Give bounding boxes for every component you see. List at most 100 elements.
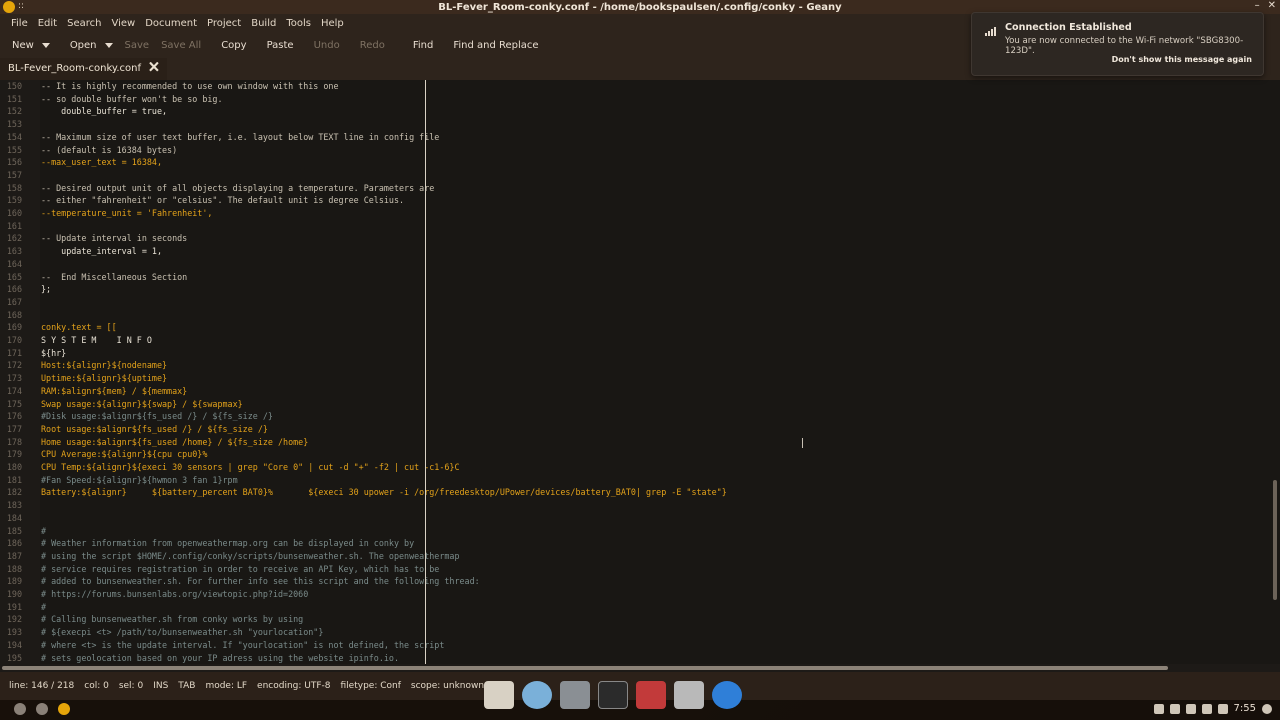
code-line[interactable]: 160 --temperature_unit = 'Fahrenheit', (0, 207, 1270, 220)
close-window-icon[interactable]: ✕ (1268, 0, 1276, 11)
code-line[interactable]: 156 --max_user_text = 16384, (0, 156, 1270, 169)
close-tab-icon[interactable]: 🗙 (149, 57, 159, 79)
open-button[interactable]: Open (64, 34, 103, 56)
clock[interactable]: 7:55 (1234, 703, 1256, 714)
menu-build[interactable]: Build (246, 18, 281, 29)
code-line[interactable]: 161 (0, 220, 1270, 233)
menu-tools[interactable]: Tools (281, 18, 316, 29)
horizontal-scroll-thumb[interactable] (2, 666, 1168, 670)
code-line[interactable]: 167 (0, 296, 1270, 309)
menu-file[interactable]: File (6, 18, 33, 29)
workspace-icon[interactable] (36, 703, 48, 715)
menu-search[interactable]: Search (62, 18, 106, 29)
find-replace-button[interactable]: Find and Replace (447, 34, 544, 56)
code-line[interactable]: 190 # https://forums.bunsenlabs.org/viewt… (0, 588, 1270, 601)
battery-icon[interactable] (1201, 703, 1212, 714)
updates-icon[interactable] (1217, 703, 1228, 714)
code-line[interactable]: 185 # (0, 525, 1270, 538)
code-line[interactable]: 168 (0, 309, 1270, 322)
code-line[interactable]: 162 -- Update interval in seconds (0, 232, 1270, 245)
code-line[interactable]: 177 Root usage:$alignr${fs_used /} / ${fs… (0, 423, 1270, 436)
code-line[interactable]: 192 # Calling bunsenweather.sh from conky… (0, 613, 1270, 626)
volume-icon[interactable] (1169, 703, 1180, 714)
code-line[interactable]: 169 conky.text = [[ (0, 321, 1270, 334)
code-line[interactable]: 180 CPU Temp:${alignr}${execi 30 sensors … (0, 461, 1270, 474)
code-line[interactable]: 166}; (0, 283, 1270, 296)
code-line[interactable]: 163 update_interval = 1, (0, 245, 1270, 258)
chromium-icon[interactable] (712, 681, 742, 709)
code-line[interactable]: 152 double_buffer = true, (0, 105, 1270, 118)
new-button[interactable]: New (6, 34, 40, 56)
code-line[interactable]: 150 -- It is highly recommended to use ow… (0, 80, 1270, 93)
minimize-icon[interactable]: – (1255, 0, 1260, 11)
code-line[interactable]: 184 (0, 512, 1270, 525)
copy-button[interactable]: Copy (215, 34, 252, 56)
launcher-icon[interactable] (14, 703, 26, 715)
code-line[interactable]: 155 -- (default is 16384 bytes) (0, 144, 1270, 157)
code-line[interactable]: 164 (0, 258, 1270, 271)
code-line[interactable]: 173 Uptime:${alignr}${uptime} (0, 372, 1270, 385)
code-line[interactable]: 178 Home usage:$alignr${fs_used /home} / … (0, 436, 1270, 449)
menu-document[interactable]: Document (140, 18, 202, 29)
app-menu-icon[interactable] (3, 1, 15, 13)
code-text: update_interval = 1, (41, 246, 163, 257)
menu-project[interactable]: Project (202, 18, 246, 29)
code-line[interactable]: 187 # using the script $HOME/.config/conk… (0, 550, 1270, 563)
code-text: #Disk usage:$alignr${fs_used /} / ${fs_s… (41, 411, 273, 422)
notification-popup[interactable]: Connection Established You are now conne… (971, 12, 1264, 76)
file-manager-icon[interactable] (560, 681, 590, 709)
new-dropdown-icon[interactable] (41, 42, 50, 48)
code-line[interactable]: 158 -- Desired output unit of all objects… (0, 182, 1270, 195)
paste-button[interactable]: Paste (261, 34, 300, 56)
redo-button[interactable]: Redo (354, 34, 391, 56)
vertical-scroll-thumb[interactable] (1273, 480, 1277, 600)
code-line[interactable]: 193 # ${execpi <t> /path/to/bunsenweather… (0, 626, 1270, 639)
package-icon[interactable] (636, 681, 666, 709)
horizontal-scrollbar[interactable] (0, 664, 1280, 672)
terminal-icon[interactable] (598, 681, 628, 709)
network-icon[interactable] (1153, 703, 1164, 714)
clipboard-icon[interactable] (1185, 703, 1196, 714)
window-menu-dots[interactable]: :: (18, 1, 24, 11)
settings-icon[interactable] (674, 681, 704, 709)
undo-button[interactable]: Undo (308, 34, 346, 56)
code-editor[interactable]: 150 -- It is highly recommended to use ow… (0, 80, 1280, 664)
code-line[interactable]: 170 S Y S T E M I N F O (0, 334, 1270, 347)
code-line[interactable]: 165 -- End Miscellaneous Section (0, 271, 1270, 284)
code-line[interactable]: 151 -- so double buffer won't be so big. (0, 93, 1270, 106)
code-line[interactable]: 159 -- either "fahrenheit" or "celsius". … (0, 194, 1270, 207)
code-line[interactable]: 189 # added to bunsenweather.sh. For furt… (0, 575, 1270, 588)
code-line[interactable]: 175 Swap usage:${alignr}${swap} / ${swapm… (0, 398, 1270, 411)
code-line[interactable]: 188 # service requires registration in or… (0, 563, 1270, 576)
code-line[interactable]: 174 RAM:$alignr${mem} / ${memmax} (0, 385, 1270, 398)
menu-help[interactable]: Help (316, 18, 349, 29)
save-all-button[interactable]: Save All (155, 34, 207, 56)
find-button[interactable]: Find (407, 34, 440, 56)
code-line[interactable]: 179 CPU Average:${alignr}${cpu cpu0}% (0, 448, 1270, 461)
code-line[interactable]: 157 (0, 169, 1270, 182)
code-line[interactable]: 154 -- Maximum size of user text buffer, … (0, 131, 1270, 144)
code-line[interactable]: 191 # (0, 601, 1270, 614)
code-text: -- Update interval in seconds (41, 233, 188, 244)
app-icon[interactable] (58, 703, 70, 715)
dont-show-again-button[interactable]: Don't show this message again (1112, 55, 1252, 64)
menu-view[interactable]: View (106, 18, 140, 29)
code-line[interactable]: 186 # Weather information from openweathe… (0, 537, 1270, 550)
code-line[interactable]: 182 Battery:${alignr} ${battery_percent B… (0, 486, 1270, 499)
vertical-scrollbar[interactable] (1272, 80, 1278, 664)
text-editor-icon[interactable] (484, 681, 514, 709)
code-line[interactable]: 172 Host:${alignr}${nodename} (0, 359, 1270, 372)
power-icon[interactable] (1262, 703, 1272, 714)
browser-icon[interactable] (522, 681, 552, 709)
menu-edit[interactable]: Edit (33, 18, 62, 29)
code-line[interactable]: 176 #Disk usage:$alignr${fs_used /} / ${f… (0, 410, 1270, 423)
code-line[interactable]: 171 ${hr} (0, 347, 1270, 360)
code-line[interactable]: 181 #Fan Speed:${alignr}${hwmon 3 fan 1}r… (0, 474, 1270, 487)
save-button[interactable]: Save (119, 34, 156, 56)
code-line[interactable]: 194 # where <t> is the update interval. I… (0, 639, 1270, 652)
code-line[interactable]: 153 (0, 118, 1270, 131)
open-dropdown-icon[interactable] (104, 42, 113, 48)
code-line[interactable]: 195 # sets geolocation based on your IP a… (0, 652, 1270, 665)
document-tab[interactable]: BL-Fever_Room-conky.conf 🗙 (0, 58, 167, 80)
code-line[interactable]: 183 (0, 499, 1270, 512)
